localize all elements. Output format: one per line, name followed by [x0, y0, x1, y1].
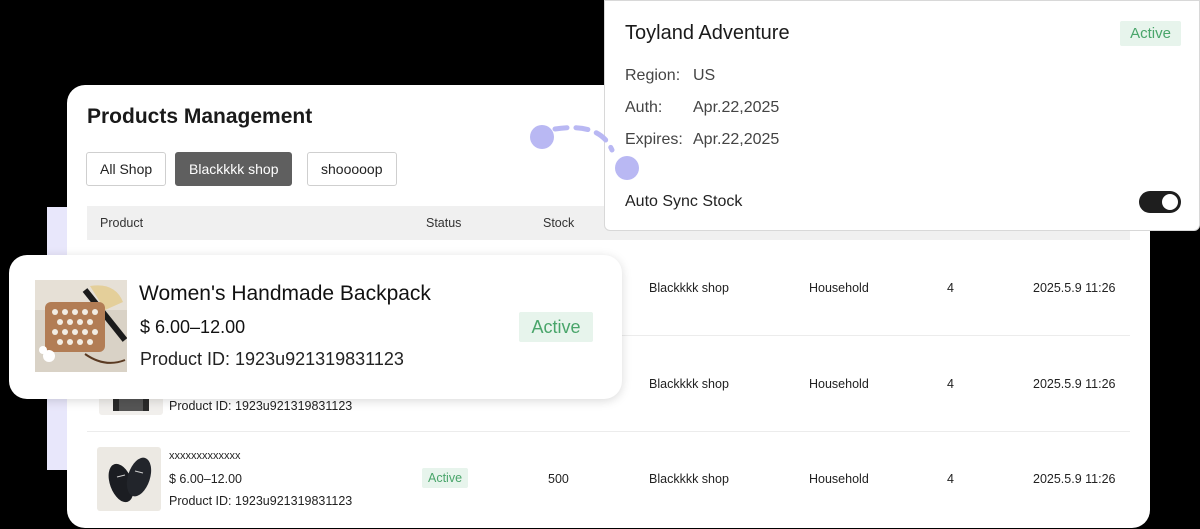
region-label: Region:	[625, 67, 681, 84]
auth-label: Auth:	[625, 99, 663, 116]
tab-all-shop[interactable]: All Shop	[86, 152, 167, 186]
product-name: Women's Handmade Backpack	[139, 282, 431, 305]
page-title: Products Management	[87, 105, 313, 128]
tab-blackkkk-shop[interactable]: Blackkkk shop	[175, 152, 293, 186]
row-product-name: xxxxxxxxxxxxx	[169, 450, 241, 462]
product-image	[35, 280, 127, 372]
toggle-knob	[1162, 194, 1178, 210]
auto-sync-toggle[interactable]	[1139, 191, 1181, 213]
row-shop: Blackkkk shop	[649, 281, 729, 295]
table-row[interactable]: xxxxxxxxxxxxx $ 6.00–12.00 Product ID: 1…	[87, 432, 1130, 528]
row-product-id: Product ID: 1923u921319831123	[169, 494, 353, 508]
row-shop: Blackkkk shop	[649, 377, 729, 391]
column-header-product: Product	[100, 216, 144, 230]
auth-value: Apr.22,2025	[693, 99, 780, 116]
column-header-stock: Stock	[543, 216, 575, 230]
row-price: $ 6.00–12.00	[169, 472, 242, 486]
row-count: 4	[947, 472, 954, 486]
product-price: $ 6.00–12.00	[140, 317, 246, 337]
expires-label: Expires:	[625, 131, 683, 148]
status-badge: Active	[422, 468, 469, 488]
expires-value: Apr.22,2025	[693, 131, 780, 148]
status-badge: Active	[1120, 21, 1181, 46]
region-value: US	[693, 67, 716, 84]
product-detail-card[interactable]: Women's Handmade Backpack $ 6.00–12.00 P…	[9, 255, 622, 399]
row-product-id: Product ID: 1923u921319831123	[169, 399, 353, 413]
product-thumbnail	[97, 447, 161, 511]
row-stock: 500	[548, 472, 569, 486]
row-category: Household	[809, 472, 869, 486]
status-badge: Active	[519, 312, 593, 342]
tab-shooooop[interactable]: shooooop	[307, 152, 397, 186]
row-shop: Blackkkk shop	[649, 472, 729, 486]
row-count: 4	[947, 377, 954, 391]
row-count: 4	[947, 281, 954, 295]
product-id: Product ID: 1923u921319831123	[140, 349, 404, 369]
store-detail-popup: Toyland Adventure Active Region: US Auth…	[604, 0, 1200, 231]
row-category: Household	[809, 281, 869, 295]
store-title: Toyland Adventure	[625, 22, 790, 44]
row-time: 2025.5.9 11:26	[1033, 377, 1116, 391]
row-time: 2025.5.9 11:26	[1033, 472, 1116, 486]
column-header-status: Status	[426, 216, 462, 230]
row-category: Household	[809, 377, 869, 391]
auto-sync-label: Auto Sync Stock	[625, 193, 743, 210]
row-time: 2025.5.9 11:26	[1033, 281, 1116, 295]
